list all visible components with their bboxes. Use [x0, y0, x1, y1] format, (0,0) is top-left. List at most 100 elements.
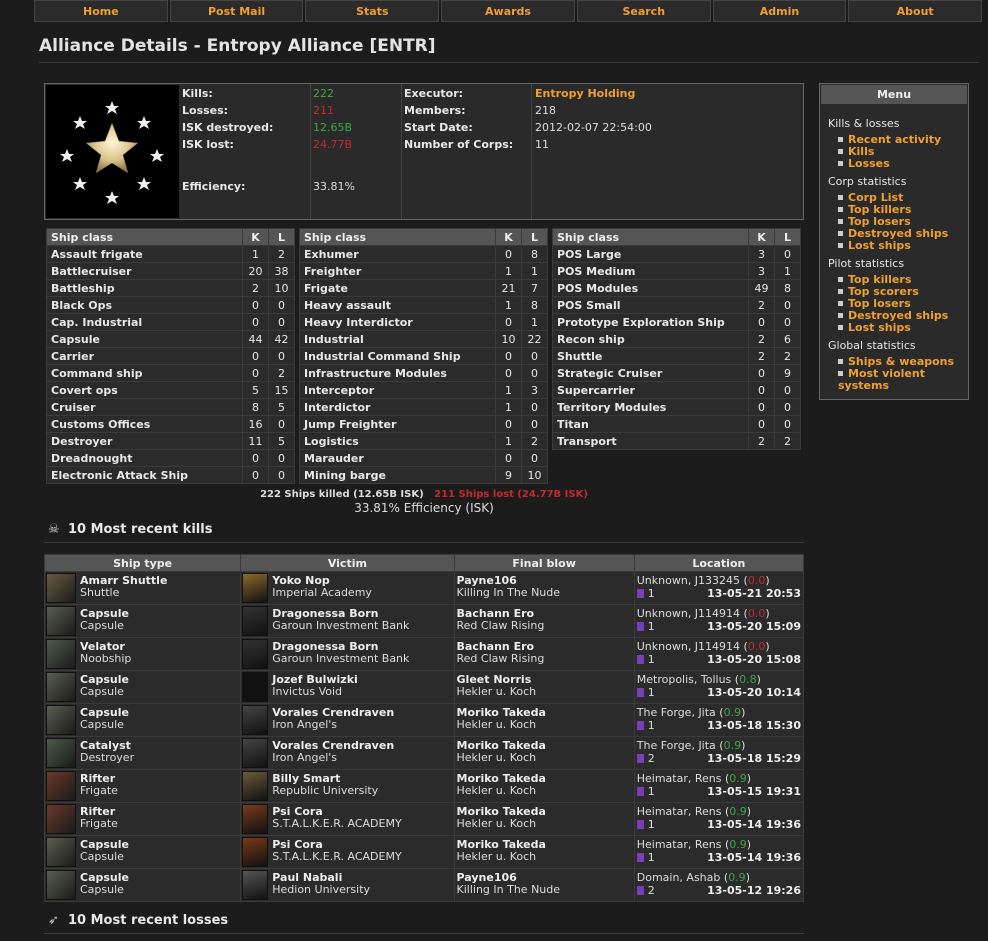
ship-thumbnail[interactable] [46, 606, 76, 636]
ship-thumbnail[interactable] [46, 639, 76, 669]
victim-corp[interactable]: Imperial Academy [243, 587, 451, 599]
victim-corp[interactable]: Invictus Void [243, 686, 451, 698]
kill-row[interactable]: Amarr Shuttle Shuttle Yoko Nop Imperial Aca… [43, 571, 805, 605]
final-blow-corp[interactable]: Hekler u. Koch [457, 686, 632, 698]
ship-class-name[interactable]: Recon ship [552, 330, 749, 348]
ship-class-name[interactable]: Frigate [299, 279, 496, 297]
ship-class-name[interactable]: Heavy assault [299, 296, 496, 314]
ship-class-name[interactable]: Strategic Cruiser [552, 364, 749, 382]
final-blow-corp[interactable]: Hekler u. Koch [457, 818, 632, 830]
nav-about[interactable]: About [848, 0, 983, 22]
nav-search[interactable]: Search [576, 0, 711, 22]
ship-class-name[interactable]: Covert ops [46, 381, 243, 399]
executor-link[interactable]: Entropy Holding [535, 87, 635, 100]
ship-thumbnail[interactable] [46, 837, 76, 867]
nav-home[interactable]: Home [34, 0, 168, 22]
final-blow-corp[interactable]: Hekler u. Koch [457, 752, 632, 764]
ship-thumbnail[interactable] [46, 738, 76, 768]
ship-thumbnail[interactable] [46, 870, 76, 900]
ship-class-name[interactable]: Titan [552, 415, 749, 433]
ship-class-name[interactable]: Industrial Command Ship [299, 347, 496, 365]
ship-class-name[interactable]: POS Small [552, 296, 749, 314]
victim-portrait[interactable] [242, 573, 269, 603]
ship-class-name[interactable]: Marauder [299, 449, 496, 467]
ship-class-name[interactable]: Battleship [46, 279, 243, 297]
nav-awards[interactable]: Awards [441, 0, 575, 22]
victim-corp[interactable]: Republic University [243, 785, 451, 797]
victim-portrait[interactable] [242, 606, 269, 636]
kill-row[interactable]: Capsule Capsule Paul Nabali Hedion Universi… [43, 868, 805, 902]
ship-class-name[interactable]: Capsule [46, 330, 243, 348]
ship-class-name[interactable]: Supercarrier [552, 381, 749, 399]
ship-class-name[interactable]: Transport [552, 432, 749, 450]
location-system[interactable]: Heimatar, Rens [637, 772, 722, 785]
ship-class-name[interactable]: Exhumer [299, 245, 496, 263]
kill-row[interactable]: Capsule Capsule Dragonessa Born Garoun Inve… [43, 604, 805, 638]
final-blow-corp[interactable]: Hekler u. Koch [457, 719, 632, 731]
menu-item[interactable]: Lost ships [838, 240, 963, 252]
ship-class-name[interactable]: Industrial [299, 330, 496, 348]
ship-class-name[interactable]: Cap. Industrial [46, 313, 243, 331]
ship-class-name[interactable]: POS Large [552, 245, 749, 263]
location-system[interactable]: Heimatar, Rens [637, 838, 722, 851]
victim-corp[interactable]: Hedion University [243, 884, 451, 896]
ship-class-name[interactable]: Customs Offices [46, 415, 243, 433]
final-blow-corp[interactable]: Red Claw Rising [457, 653, 632, 665]
location-system[interactable]: The Forge, Jita [637, 706, 716, 719]
ship-thumbnail[interactable] [46, 573, 76, 603]
victim-portrait[interactable] [242, 870, 269, 900]
ship-class-name[interactable]: Dreadnought [46, 449, 243, 467]
menu-item[interactable]: Lost ships [838, 322, 963, 334]
ship-class-name[interactable]: Black Ops [46, 296, 243, 314]
final-blow-corp[interactable]: Hekler u. Koch [457, 851, 632, 863]
nav-post-mail[interactable]: Post Mail [169, 0, 304, 22]
victim-portrait[interactable] [242, 804, 269, 834]
final-blow-corp[interactable]: Killing In The Nude [457, 587, 632, 599]
ship-class-name[interactable]: Destroyer [46, 432, 243, 450]
ship-class-name[interactable]: Logistics [299, 432, 496, 450]
victim-portrait[interactable] [242, 705, 269, 735]
nav-stats[interactable]: Stats [305, 0, 440, 22]
ship-thumbnail[interactable] [46, 672, 76, 702]
location-system[interactable]: Domain, Ashab [637, 871, 721, 884]
final-blow-corp[interactable]: Red Claw Rising [457, 620, 632, 632]
ship-class-name[interactable]: Assault frigate [46, 245, 243, 263]
location-system[interactable]: Metropolis, Tollus [637, 673, 732, 686]
ship-class-name[interactable]: Heavy Interdictor [299, 313, 496, 331]
ship-class-name[interactable]: Electronic Attack Ship [46, 466, 243, 484]
location-system[interactable]: The Forge, Jita [637, 739, 716, 752]
ship-class-name[interactable]: Territory Modules [552, 398, 749, 416]
location-system[interactable]: Heimatar, Rens [637, 805, 722, 818]
final-blow-corp[interactable]: Hekler u. Koch [457, 785, 632, 797]
location-system[interactable]: Unknown, J114914 [637, 640, 740, 653]
nav-admin[interactable]: Admin [712, 0, 847, 22]
ship-class-name[interactable]: POS Modules [552, 279, 749, 297]
ship-class-name[interactable]: Interdictor [299, 398, 496, 416]
victim-corp[interactable]: S.T.A.L.K.E.R. ACADEMY [243, 851, 451, 863]
kill-row[interactable]: Velator Noobship Dragonessa Born Garoun Inv… [43, 637, 805, 671]
ship-class-name[interactable]: Prototype Exploration Ship [552, 313, 749, 331]
kill-row[interactable]: Capsule Capsule Psi Cora S.T.A.L.K.E.R. ACA… [43, 835, 805, 869]
victim-portrait[interactable] [242, 672, 269, 702]
victim-portrait[interactable] [242, 771, 269, 801]
ship-class-name[interactable]: Infrastructure Modules [299, 364, 496, 382]
ship-class-name[interactable]: Command ship [46, 364, 243, 382]
location-system[interactable]: Unknown, J133245 [637, 574, 740, 587]
ship-thumbnail[interactable] [46, 771, 76, 801]
kill-row[interactable]: Rifter Frigate Billy Smart Republic Univers… [43, 769, 805, 803]
ship-class-name[interactable]: Shuttle [552, 347, 749, 365]
ship-class-name[interactable]: Battlecruiser [46, 262, 243, 280]
location-system[interactable]: Unknown, J114914 [637, 607, 740, 620]
menu-item[interactable]: Most violent systems [838, 368, 963, 392]
kill-row[interactable]: Capsule Capsule Vorales Crendraven Iron Ang… [43, 703, 805, 737]
final-blow-corp[interactable]: Killing In The Nude [457, 884, 632, 896]
ship-thumbnail[interactable] [46, 705, 76, 735]
ship-class-name[interactable]: POS Medium [552, 262, 749, 280]
ship-thumbnail[interactable] [46, 804, 76, 834]
ship-class-name[interactable]: Interceptor [299, 381, 496, 399]
ship-class-name[interactable]: Carrier [46, 347, 243, 365]
victim-portrait[interactable] [242, 639, 269, 669]
ship-class-name[interactable]: Jump Freighter [299, 415, 496, 433]
victim-corp[interactable]: S.T.A.L.K.E.R. ACADEMY [243, 818, 451, 830]
menu-item[interactable]: Losses [838, 158, 963, 170]
